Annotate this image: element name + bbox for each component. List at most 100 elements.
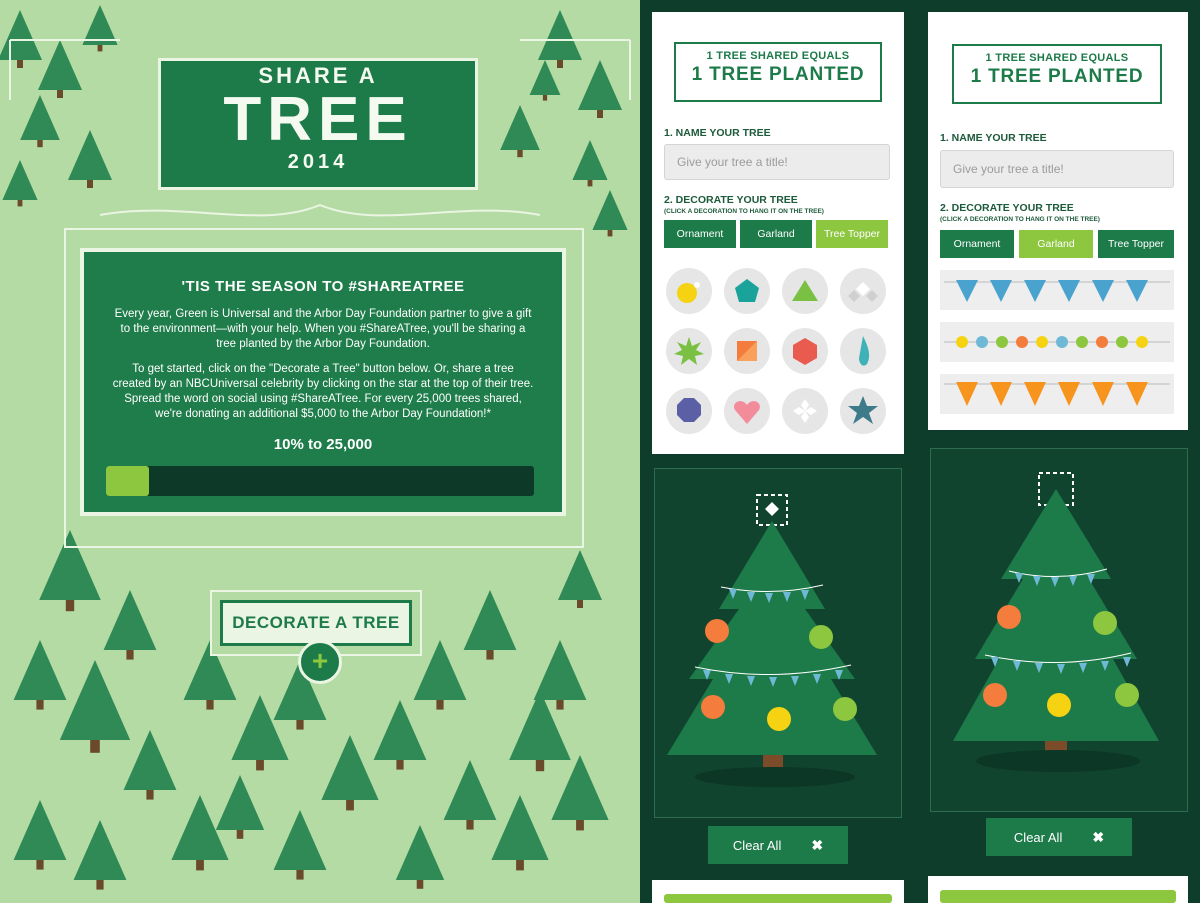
background-tree-trunk — [87, 180, 93, 188]
background-tree-icon — [500, 105, 540, 150]
background-tree-trunk — [97, 45, 103, 52]
tree-preview-frame — [654, 468, 902, 818]
background-tree-trunk — [577, 600, 583, 608]
background-tree-icon — [0, 10, 42, 60]
ornament-drop-icon[interactable] — [840, 328, 886, 374]
background-tree-trunk — [516, 860, 524, 871]
intro-card: 'TIS THE SEASON TO #SHAREATREE Every yea… — [80, 248, 566, 516]
ornament-diamonds-icon[interactable] — [840, 268, 886, 314]
name-tree-label: 1. NAME YOUR TREE — [664, 127, 771, 139]
decorate-tree-hint: (CLICK A DECORATION TO HANG IT ON THE TR… — [664, 208, 824, 215]
background-tree-icon — [38, 40, 82, 90]
clear-all-button[interactable]: Clear All ✖ — [708, 826, 848, 864]
name-tree-label: 1. NAME YOUR TREE — [940, 132, 1047, 144]
logo-year-text: 2014 — [287, 151, 349, 173]
background-tree-trunk — [36, 860, 44, 870]
background-tree-icon — [123, 730, 177, 790]
garland-beads[interactable] — [940, 322, 1174, 362]
background-tree-trunk — [296, 720, 304, 730]
clear-all-label: Clear All — [732, 837, 782, 853]
background-tree-icon — [578, 60, 622, 110]
header-line-1: 1 TREE SHARED EQUALS — [985, 52, 1129, 64]
background-tree-icon — [592, 190, 628, 230]
background-tree-icon — [572, 140, 608, 180]
garland-flags-orange[interactable] — [940, 374, 1174, 414]
ornament-square-icon[interactable] — [724, 328, 770, 374]
tab-tree-topper[interactable]: Tree Topper — [816, 220, 888, 248]
tab-garland[interactable]: Garland — [740, 220, 812, 248]
clear-all-button[interactable]: Clear All ✖ — [986, 818, 1132, 856]
background-tree-icon — [20, 95, 60, 140]
background-tree-trunk — [556, 700, 564, 710]
background-tree-icon — [551, 755, 609, 820]
background-tree-trunk — [542, 95, 548, 101]
background-tree-trunk — [65, 600, 75, 612]
background-tree-icon — [463, 590, 517, 650]
ornament-heart-icon[interactable] — [724, 388, 770, 434]
next-section-card — [652, 880, 904, 903]
decorated-tree-preview — [953, 472, 1159, 772]
decorate-tree-label: 2. DECORATE YOUR TREE — [940, 202, 1074, 214]
tab-ornament[interactable]: Ornament — [940, 230, 1014, 258]
background-tree-trunk — [126, 650, 134, 660]
background-tree-icon — [491, 795, 549, 860]
background-tree-icon — [2, 160, 38, 200]
ornament-triangle-icon[interactable] — [782, 268, 828, 314]
background-tree-trunk — [466, 820, 474, 830]
header-line-2: 1 TREE PLANTED — [970, 66, 1144, 87]
tree-preview-frame — [930, 448, 1188, 812]
tab-garland[interactable]: Garland — [1019, 230, 1093, 258]
background-tree-trunk — [36, 700, 44, 710]
share-a-tree-logo: SHARE A TREE 2014 — [158, 58, 478, 190]
garland-flags-blue[interactable] — [940, 270, 1174, 310]
background-tree-icon — [533, 640, 587, 700]
ornament-hexagon-icon[interactable] — [782, 328, 828, 374]
editor-garland-view: 1 TREE SHARED EQUALS 1 TREE PLANTED 1. N… — [916, 0, 1200, 903]
background-tree-trunk — [37, 140, 43, 148]
background-tree-trunk — [436, 700, 444, 710]
tab-ornament[interactable]: Ornament — [664, 220, 736, 248]
background-tree-icon — [73, 820, 127, 880]
background-tree-trunk — [236, 830, 244, 839]
background-tree-icon — [68, 130, 112, 180]
next-section-bar — [664, 894, 892, 903]
ornament-snowflake-icon[interactable] — [782, 388, 828, 434]
background-tree-icon — [538, 10, 582, 60]
background-tree-icon — [373, 700, 427, 760]
tree-title-input[interactable]: Give your tree a title! — [664, 144, 890, 180]
ornament-pentagon-icon[interactable] — [724, 268, 770, 314]
background-tree-trunk — [557, 60, 563, 68]
tree-title-input[interactable]: Give your tree a title! — [940, 150, 1174, 188]
background-tree-trunk — [57, 90, 63, 98]
progress-bar-fill — [106, 466, 149, 496]
progress-label: 10% to 25,000 — [273, 436, 373, 453]
decorate-tree-hint: (CLICK A DECORATION TO HANG IT ON THE TR… — [940, 216, 1100, 223]
decorate-a-tree-button[interactable]: DECORATE A TREE — [220, 600, 412, 646]
background-tree-trunk — [296, 870, 304, 880]
background-tree-trunk — [96, 880, 104, 890]
background-tree-trunk — [396, 760, 404, 770]
background-tree-trunk — [196, 860, 204, 871]
tab-tree-topper[interactable]: Tree Topper — [1098, 230, 1174, 258]
ornament-moon-icon[interactable] — [666, 268, 712, 314]
header-line-2: 1 TREE PLANTED — [691, 64, 865, 85]
close-icon: ✖ — [1092, 828, 1105, 845]
next-section-card — [928, 876, 1188, 903]
background-tree-trunk — [17, 60, 23, 68]
background-tree-icon — [529, 60, 561, 95]
ornament-star-icon[interactable] — [840, 388, 886, 434]
header-plate: 1 TREE SHARED EQUALS 1 TREE PLANTED — [674, 42, 882, 102]
ornament-starburst-icon[interactable] — [666, 328, 712, 374]
background-tree-trunk — [256, 760, 264, 771]
intro-paragraph-1: Every year, Green is Universal and the A… — [114, 308, 532, 350]
background-tree-icon — [443, 760, 497, 820]
editor-ornament-view: 1 TREE SHARED EQUALS 1 TREE PLANTED 1. N… — [640, 0, 916, 903]
next-section-bar — [940, 890, 1176, 903]
background-tree-trunk — [587, 180, 593, 187]
plus-icon[interactable]: + — [298, 640, 342, 684]
ornament-octagon-icon[interactable] — [666, 388, 712, 434]
background-tree-icon — [13, 800, 67, 860]
background-tree-icon — [13, 640, 67, 700]
intro-heading: 'TIS THE SEASON TO #SHAREATREE — [181, 278, 465, 295]
clear-all-label: Clear All — [1013, 829, 1063, 845]
